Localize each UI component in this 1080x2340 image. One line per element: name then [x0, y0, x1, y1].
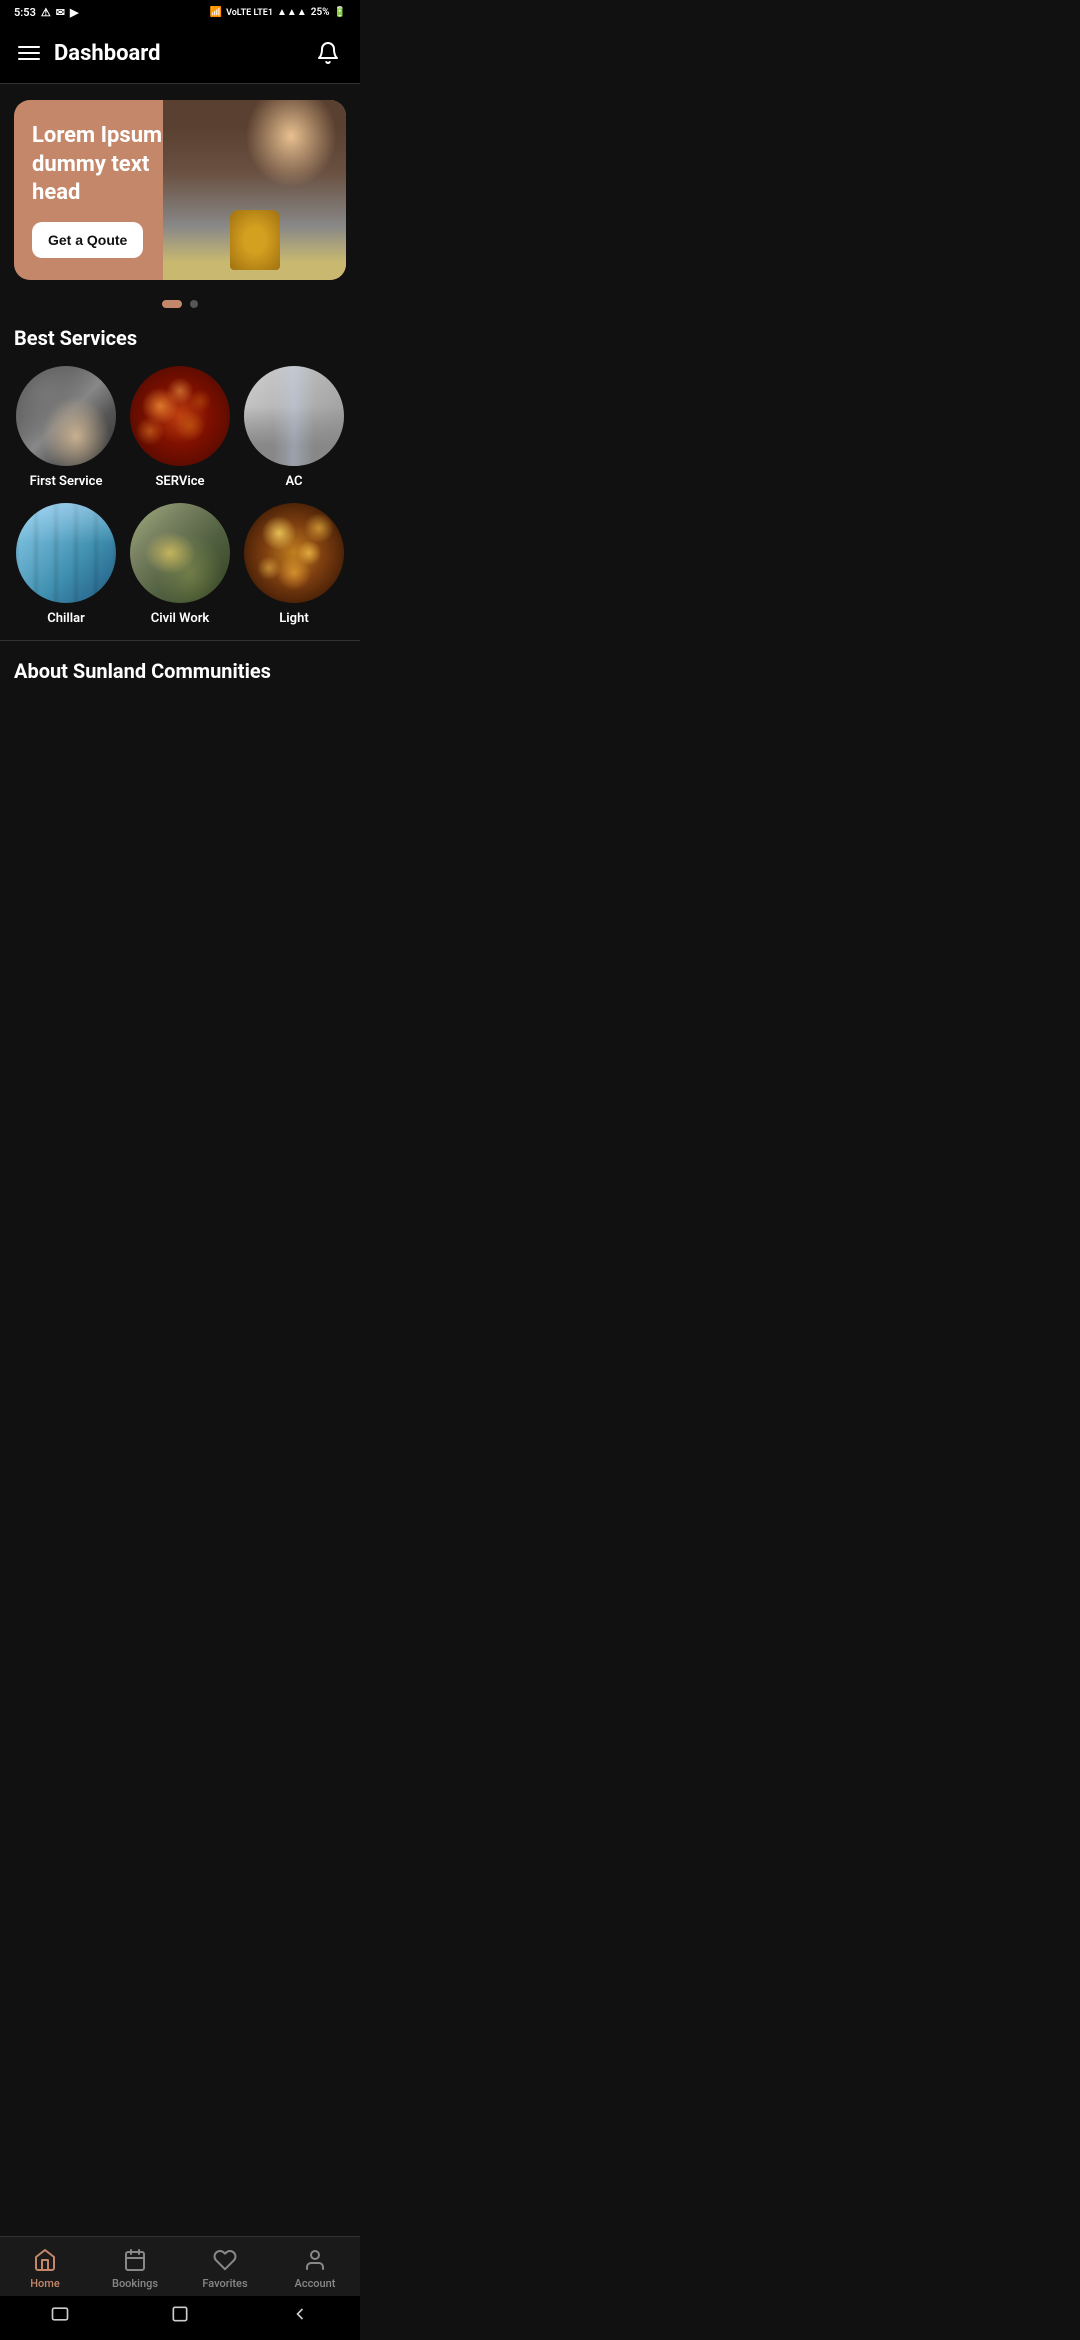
menu-button[interactable] [18, 46, 40, 60]
lte-label: VoLTE LTE1 [226, 8, 273, 18]
notification-button[interactable] [314, 39, 342, 67]
pagination-dots [0, 290, 360, 312]
best-services-title: Best Services [14, 326, 346, 350]
status-bar: 5:53 ⚠ ✉ ▶ 📶 VoLTE LTE1 ▲▲▲ 25% 🔋 [0, 0, 360, 25]
nav-item-account[interactable]: Account [285, 2247, 345, 2290]
video-icon: ▶ [70, 6, 78, 19]
service-label-service: SERVice [156, 474, 205, 489]
best-services-section: Best Services First Service SERVice AC C… [0, 312, 360, 632]
signal-icon: ▲▲▲ [277, 7, 307, 18]
email-icon: ✉ [56, 6, 65, 19]
nav-item-home[interactable]: Home [15, 2247, 75, 2290]
status-time: 5:53 [14, 6, 36, 19]
service-label-civil-work: Civil Work [151, 611, 210, 626]
get-quote-button[interactable]: Get a Qoute [32, 222, 143, 258]
service-circle-light [244, 503, 344, 603]
main-content: Lorem Ipsum dummy text head Get a Qoute … [0, 84, 360, 773]
favorites-nav-label: Favorites [202, 2277, 247, 2290]
status-left: 5:53 ⚠ ✉ ▶ [14, 6, 78, 19]
service-item-light[interactable]: Light [242, 503, 346, 626]
home-nav-label: Home [30, 2277, 60, 2290]
service-item-civil-work[interactable]: Civil Work [128, 503, 232, 626]
service-item-service[interactable]: SERVice [128, 366, 232, 489]
status-right: 📶 VoLTE LTE1 ▲▲▲ 25% 🔋 [210, 7, 346, 18]
hamburger-line-1 [18, 46, 40, 48]
banner-section: Lorem Ipsum dummy text head Get a Qoute [0, 84, 360, 290]
header: Dashboard [0, 25, 360, 84]
service-circle-chillar [16, 503, 116, 603]
home-system-button[interactable] [168, 2302, 192, 2326]
nav-item-bookings[interactable]: Bookings [105, 2247, 165, 2290]
wifi-icon: 📶 [210, 7, 222, 18]
bookings-nav-label: Bookings [112, 2277, 158, 2290]
dot-2[interactable] [190, 300, 198, 308]
service-item-ac[interactable]: AC [242, 366, 346, 489]
banner-image [163, 100, 346, 280]
favorites-icon [212, 2247, 238, 2273]
page-title: Dashboard [54, 41, 161, 66]
account-nav-label: Account [295, 2277, 336, 2290]
service-circle-civil-work [130, 503, 230, 603]
about-title: About Sunland Communities [14, 659, 346, 683]
hamburger-line-2 [18, 52, 40, 54]
service-label-first-service: First Service [30, 474, 103, 489]
services-grid: First Service SERVice AC Chillar Civil W… [14, 366, 346, 626]
hamburger-line-3 [18, 58, 40, 60]
recents-button[interactable] [48, 2302, 72, 2326]
banner: Lorem Ipsum dummy text head Get a Qoute [14, 100, 346, 280]
about-section: About Sunland Communities [0, 640, 360, 693]
service-label-ac: AC [285, 474, 302, 489]
header-left: Dashboard [18, 41, 161, 66]
service-circle-service [130, 366, 230, 466]
battery-percent: 25% [311, 7, 330, 18]
sys-nav [0, 2292, 360, 2340]
dot-1[interactable] [162, 300, 182, 308]
battery-icon: 🔋 [334, 7, 346, 18]
back-system-button[interactable] [288, 2302, 312, 2326]
bookings-icon [122, 2247, 148, 2273]
home-icon [32, 2247, 58, 2273]
nav-item-favorites[interactable]: Favorites [195, 2247, 255, 2290]
bottom-nav: Home Bookings Favorites Account [0, 2236, 360, 2296]
service-item-first-service[interactable]: First Service [14, 366, 118, 489]
service-circle-ac [244, 366, 344, 466]
alert-icon: ⚠ [41, 6, 51, 19]
service-label-chillar: Chillar [47, 611, 85, 626]
banner-person-image [163, 100, 346, 280]
service-label-light: Light [279, 611, 308, 626]
account-icon [302, 2247, 328, 2273]
service-circle-first-service [16, 366, 116, 466]
banner-title: Lorem Ipsum dummy text head [32, 122, 179, 208]
service-item-chillar[interactable]: Chillar [14, 503, 118, 626]
